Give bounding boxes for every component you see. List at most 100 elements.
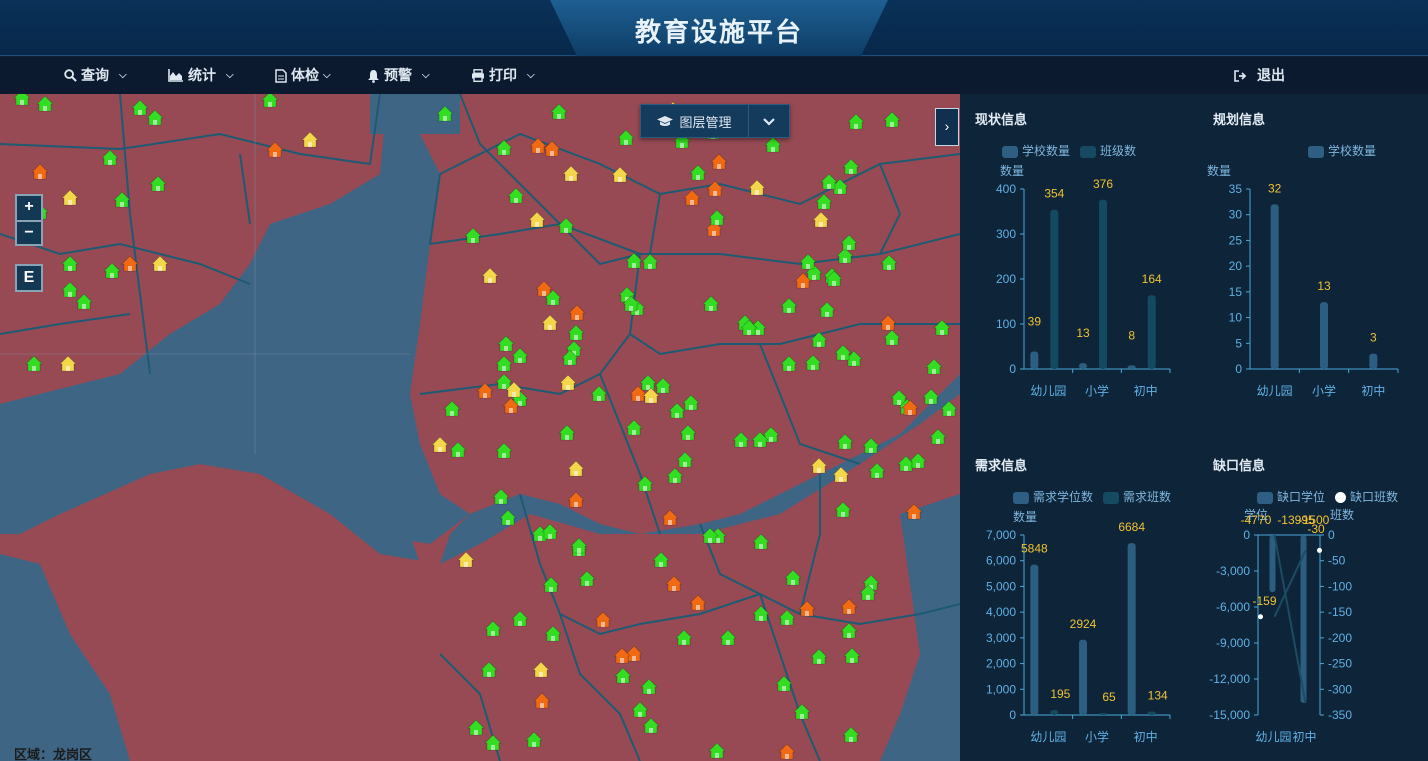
house-door [661, 388, 665, 393]
house-door [771, 147, 775, 152]
house-door [841, 512, 845, 517]
data-label: 8 [1128, 328, 1135, 342]
house-door [518, 621, 522, 626]
house-door [542, 291, 546, 296]
full-extent-button[interactable]: E [15, 264, 43, 292]
menu-checkup[interactable]: 体检 ⌵ [275, 57, 331, 94]
house-door [785, 620, 789, 625]
bar [1127, 543, 1136, 715]
house-door [502, 453, 506, 458]
menu-query[interactable]: 查询 ⌵ [64, 57, 127, 94]
chevron-down-icon: ⌵ [422, 70, 430, 81]
x-tick-label: 小学 [1085, 383, 1109, 398]
house-door [947, 411, 951, 416]
house-door [800, 714, 804, 719]
y2-tick-label: -300 [1328, 682, 1352, 696]
house-door [273, 152, 277, 157]
bar [1050, 709, 1059, 715]
house-door [535, 222, 539, 227]
x-tick-label: 小学 [1312, 383, 1336, 398]
house-door [916, 463, 920, 468]
house-door [785, 754, 789, 759]
x-tick-label: 初中 [1292, 729, 1316, 744]
house-door [153, 120, 157, 125]
status-title: 现状信息 [975, 112, 1028, 127]
house-door [632, 263, 636, 268]
house-door [568, 360, 572, 365]
x-tick-label: 幼儿园 [1255, 730, 1291, 744]
house-door [158, 266, 162, 271]
zoom-in-button[interactable]: + [15, 194, 43, 220]
bell-icon [368, 69, 379, 83]
house-door [887, 265, 891, 270]
y-tick-label: 0 [1009, 708, 1016, 722]
house-door [268, 102, 272, 107]
chevron-right-icon[interactable]: › [935, 108, 959, 146]
house-door [509, 408, 513, 413]
house-door [875, 473, 879, 478]
y-tick-label: -9,000 [1216, 636, 1250, 650]
zoom-out-button[interactable]: − [15, 220, 43, 246]
house-door [68, 266, 72, 271]
house-door [841, 355, 845, 360]
y2-tick-label: -150 [1328, 605, 1352, 619]
y-tick-label: 15 [1229, 285, 1243, 299]
print-icon [472, 69, 484, 82]
house-door [474, 730, 478, 735]
house-door [483, 393, 487, 398]
house-door [491, 745, 495, 750]
house-door [574, 335, 578, 340]
house-door [827, 184, 831, 189]
house-door [597, 396, 601, 401]
house-door [506, 520, 510, 525]
house-door [787, 366, 791, 371]
house-door [20, 100, 24, 105]
house-door [649, 728, 653, 733]
y-axis-unit: 数量 [1000, 163, 1024, 178]
chevron-down-icon[interactable] [749, 114, 789, 129]
layer-manager-button[interactable]: 图层管理 [640, 104, 790, 138]
logout-label: 退出 [1257, 67, 1285, 83]
y-tick-label: 25 [1229, 233, 1243, 247]
y-tick-label: 0 [1243, 528, 1250, 542]
y2-tick-label: -350 [1328, 708, 1352, 722]
house-door [683, 462, 687, 467]
bar [1030, 564, 1039, 715]
x-tick-label: 初中 [1361, 383, 1385, 398]
menu-stats[interactable]: 统计 ⌵ [168, 57, 234, 94]
y-axis-unit: 数量 [1013, 509, 1037, 524]
x-tick-label: 小学 [1085, 729, 1109, 744]
house-door [847, 633, 851, 638]
house-door [852, 361, 856, 366]
menu-print[interactable]: 打印 ⌵ [471, 57, 535, 94]
logout-button[interactable]: 退出 [1234, 57, 1285, 94]
school-marker [499, 509, 517, 526]
house-door [456, 452, 460, 457]
house-door [110, 273, 114, 278]
house-door [564, 228, 568, 233]
y-axis-unit: 数量 [1207, 163, 1231, 178]
house-door [890, 122, 894, 127]
house-door [548, 325, 552, 330]
y2-tick-label: 0 [1328, 528, 1335, 542]
house-door [866, 595, 870, 600]
house-door [708, 538, 712, 543]
house-door [759, 544, 763, 549]
map-canvas[interactable] [0, 94, 960, 761]
y-tick-label: 6,000 [986, 554, 1016, 568]
y2-tick-label: -100 [1328, 579, 1352, 593]
house-door [638, 712, 642, 717]
menu-stats-label: 统计 [188, 67, 216, 83]
y-tick-label: 100 [996, 317, 1016, 331]
house-door [601, 622, 605, 627]
y-tick-label: 5 [1235, 336, 1242, 350]
house-door [624, 140, 628, 145]
house-door [66, 366, 70, 371]
house-door [838, 189, 842, 194]
y2-tick-label: -50 [1328, 554, 1346, 568]
map-view[interactable]: + − E 图层管理 › 区域：龙岗区 [0, 94, 960, 761]
menu-warning[interactable]: 预警 ⌵ [367, 57, 430, 94]
data-label: 195 [1050, 687, 1070, 701]
house-door [565, 435, 569, 440]
house-door [504, 346, 508, 351]
